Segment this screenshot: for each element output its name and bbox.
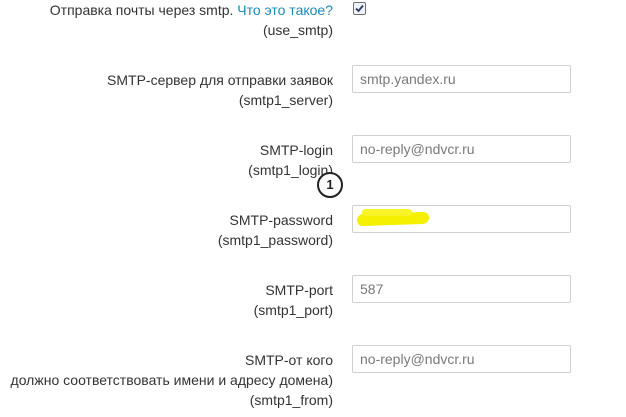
smtp-from-note: должно соответствовать имени и адресу до… — [10, 372, 333, 388]
smtp-from-label: SMTP-от кого — [245, 352, 333, 368]
redaction-highlight-upper — [362, 209, 412, 216]
smtp-server-input[interactable]: smtp.yandex.ru — [352, 65, 571, 93]
smtp-password-code: (smtp1_password) — [217, 232, 333, 248]
smtp-login-input[interactable]: no-reply@ndvcr.ru — [352, 135, 571, 163]
smtp-server-code: (smtp1_server) — [238, 92, 333, 108]
smtp-port-code: (smtp1_port) — [253, 302, 333, 318]
use-smtp-label: Отправка почты через smtp. — [49, 2, 234, 18]
smtp-from-code: (smtp1_from) — [249, 392, 333, 408]
smtp-from-label-block: SMTP-от кого должно соответствовать имен… — [11, 350, 333, 410]
checkmark-icon — [355, 4, 364, 13]
smtp-password-label-block: SMTP-password (smtp1_password) — [218, 210, 333, 250]
smtp-port-label-block: SMTP-port (smtp1_port) — [254, 280, 333, 320]
smtp-port-label: SMTP-port — [265, 282, 333, 298]
smtp-password-label: SMTP-password — [229, 212, 333, 228]
smtp-server-label-block: SMTP-сервер для отправки заявок (smtp1_s… — [107, 70, 333, 110]
smtp-from-input[interactable]: no-reply@ndvcr.ru — [352, 345, 571, 373]
use-smtp-checkbox[interactable] — [353, 2, 366, 15]
callout-number-badge: 1 — [317, 172, 343, 198]
use-smtp-label-block: Отправка почты через smtp. Что это такое… — [50, 0, 333, 40]
use-smtp-code: (use_smtp) — [262, 22, 333, 38]
smtp-port-input[interactable]: 587 — [352, 275, 571, 303]
smtp-login-label-block: SMTP-login (smtp1_login) — [248, 140, 333, 180]
what-is-this-link[interactable]: Что это такое? — [237, 2, 333, 18]
smtp-server-label: SMTP-сервер для отправки заявок — [107, 72, 333, 88]
smtp-login-label: SMTP-login — [259, 142, 333, 158]
